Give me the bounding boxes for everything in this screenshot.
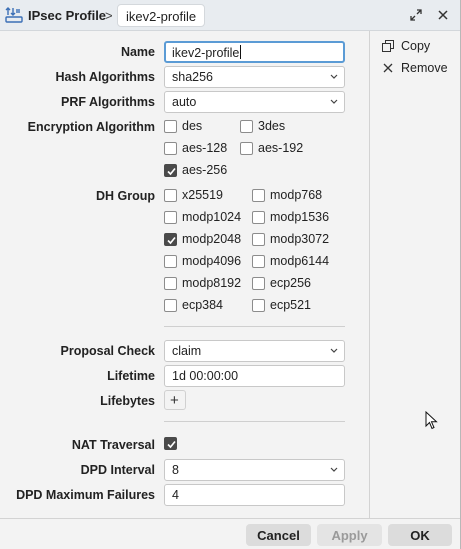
checkbox-box — [164, 189, 177, 202]
hash-algorithms-value: sha256 — [172, 70, 214, 84]
copy-label: Copy — [401, 39, 431, 53]
checkbox-label: ecp521 — [270, 298, 312, 312]
title-bar: IPsec Profile > ikev2-profile — [0, 0, 460, 31]
lifebytes-label: Lifebytes — [100, 394, 155, 408]
dialog-footer: Cancel Apply OK — [0, 518, 460, 549]
nat-traversal-label: NAT Traversal — [71, 438, 155, 452]
encryption-algorithm-label: Encryption Algorithm — [27, 120, 155, 134]
checkbox-box — [252, 277, 265, 290]
ok-button[interactable]: OK — [388, 524, 452, 546]
dpd-max-failures-value: 4 — [172, 488, 179, 502]
chevron-down-icon — [330, 71, 338, 86]
section-divider — [164, 421, 345, 422]
checkbox-label: modp6144 — [270, 254, 330, 268]
checkbox-label: des — [182, 119, 203, 133]
prf-algorithms-label: PRF Algorithms — [61, 95, 155, 109]
copy-icon — [382, 40, 394, 55]
checkbox-label: aes-256 — [182, 163, 228, 177]
checkbox-box — [240, 142, 253, 155]
name-value: ikev2-profile — [172, 46, 240, 60]
hash-algorithms-label: Hash Algorithms — [55, 70, 155, 84]
ipsec-tunnel-icon — [5, 6, 23, 24]
dpd-max-failures-label: DPD Maximum Failures — [16, 488, 155, 502]
hash-algorithms-select[interactable]: sha256 — [164, 66, 345, 88]
checkbox-label: modp8192 — [182, 276, 242, 290]
checkbox-label: modp1536 — [270, 210, 330, 224]
dpd-interval-select[interactable]: 8 — [164, 459, 345, 481]
side-action-panel: Copy Remove — [369, 31, 460, 518]
name-label: Name — [120, 45, 155, 59]
checkbox-label: aes-192 — [258, 141, 304, 155]
checkbox-label: aes-128 — [182, 141, 228, 155]
remove-x-icon — [382, 62, 394, 77]
checkbox-box — [164, 277, 177, 290]
checkmark-icon — [164, 164, 177, 177]
checkbox-label: x25519 — [182, 188, 224, 202]
prf-algorithms-value: auto — [172, 95, 197, 109]
checkbox-label: modp3072 — [270, 232, 330, 246]
ipsec-profile-window: IPsec Profile > ikev2-profile Name ikev2… — [0, 0, 461, 549]
breadcrumb-app-title[interactable]: IPsec Profile — [28, 8, 106, 23]
checkbox-box — [164, 120, 177, 133]
checkmark-icon — [164, 437, 177, 450]
checkbox-box — [164, 211, 177, 224]
mouse-pointer-icon — [425, 410, 439, 434]
checkbox-box — [164, 142, 177, 155]
profile-form: Name ikev2-profile Hash Algorithms sha25… — [0, 31, 368, 518]
proposal-check-value: claim — [172, 344, 202, 358]
checkbox-box — [252, 299, 265, 312]
dpd-interval-label: DPD Interval — [80, 463, 155, 477]
chevron-down-icon — [330, 464, 338, 479]
dh-group-label: DH Group — [95, 189, 155, 203]
checkbox-box — [240, 120, 253, 133]
dpd-max-failures-input[interactable]: 4 — [164, 484, 345, 506]
checkbox-label: modp2048 — [182, 232, 242, 246]
dpd-interval-value: 8 — [172, 463, 179, 477]
checkbox-label: 3des — [258, 119, 286, 133]
checkmark-icon — [164, 233, 177, 246]
proposal-check-select[interactable]: claim — [164, 340, 345, 362]
checkbox-label: modp1024 — [182, 210, 242, 224]
checkbox-box — [164, 255, 177, 268]
checkbox-box — [252, 255, 265, 268]
checkbox-box — [252, 189, 265, 202]
proposal-check-label: Proposal Check — [60, 344, 155, 358]
apply-button[interactable]: Apply — [317, 524, 382, 546]
close-icon[interactable] — [434, 6, 452, 24]
name-input[interactable]: ikev2-profile — [164, 41, 345, 63]
plus-icon: + — [170, 392, 179, 409]
prf-algorithms-select[interactable]: auto — [164, 91, 345, 113]
breadcrumb-current-item: ikev2-profile — [117, 4, 206, 27]
restore-window-icon[interactable] — [407, 6, 425, 24]
add-lifebytes-button[interactable]: + — [164, 390, 186, 410]
remove-label: Remove — [401, 61, 448, 75]
checkbox-label: modp4096 — [182, 254, 242, 268]
checkbox-box — [252, 211, 265, 224]
chevron-down-icon — [330, 345, 338, 360]
lifetime-label: Lifetime — [107, 369, 155, 383]
section-divider — [164, 326, 345, 327]
lifetime-input[interactable]: 1d 00:00:00 — [164, 365, 345, 387]
checkbox-box — [164, 299, 177, 312]
chevron-down-icon — [330, 96, 338, 111]
lifetime-value: 1d 00:00:00 — [172, 369, 239, 383]
cancel-button[interactable]: Cancel — [246, 524, 311, 546]
checkbox-label: modp768 — [270, 188, 323, 202]
checkbox-label: ecp384 — [182, 298, 224, 312]
checkbox-label: ecp256 — [270, 276, 312, 290]
breadcrumb-separator: > — [105, 8, 113, 23]
checkbox-box — [252, 233, 265, 246]
